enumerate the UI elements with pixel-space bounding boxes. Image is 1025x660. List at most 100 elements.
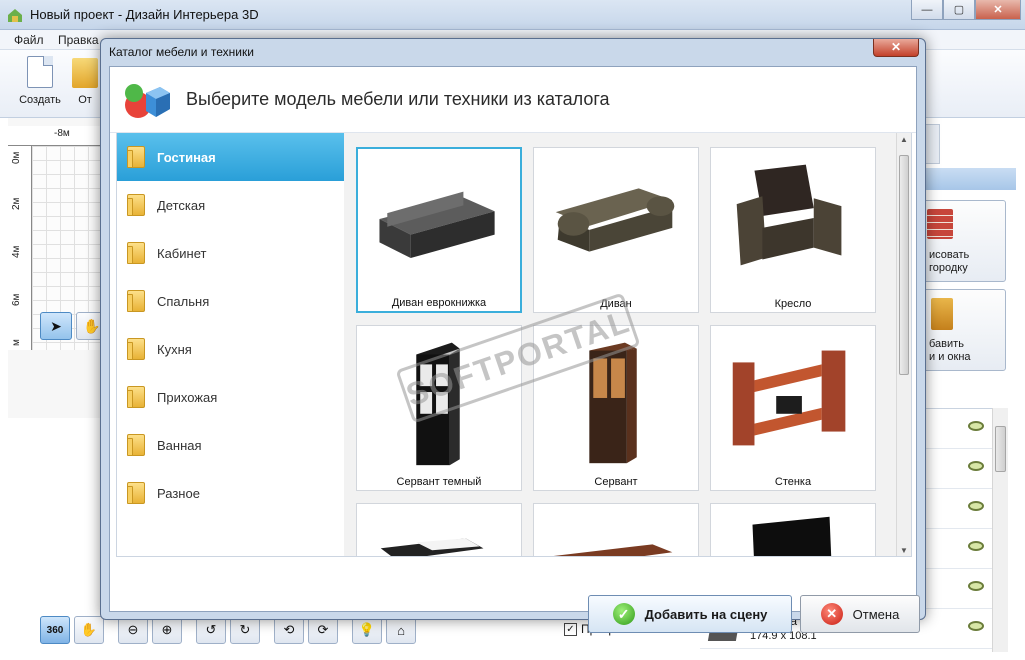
category-kids-room[interactable]: Детская (117, 181, 345, 229)
category-kitchen[interactable]: Кухня (117, 325, 345, 373)
zoom-out-icon: ⊖ (127, 622, 139, 637)
home-view-button[interactable]: ⌂ (386, 616, 416, 644)
category-misc[interactable]: Разное (117, 469, 345, 517)
tv-thumbnail (752, 516, 832, 556)
door-icon (931, 298, 953, 330)
scrollbar-thumb[interactable] (899, 155, 909, 375)
sofa-bed-thumbnail (379, 191, 495, 259)
item-partial-1[interactable] (356, 503, 522, 556)
category-bedroom[interactable]: Спальня (117, 277, 345, 325)
rotate-left-icon: ↺ (205, 622, 217, 637)
orbit-left-icon: ⟲ (283, 622, 295, 637)
sofa-thumbnail (555, 188, 675, 252)
view-360-button[interactable]: 360 (40, 616, 70, 644)
hand-icon: ✋ (80, 622, 98, 637)
cabinet-thumbnail (589, 342, 637, 464)
category-bathroom[interactable]: Ванная (117, 421, 345, 469)
home-icon: ⌂ (397, 622, 405, 638)
category-living-room[interactable]: Гостиная (117, 133, 359, 181)
brick-wall-icon (927, 209, 953, 239)
window-title: Новый проект - Дизайн Интерьера 3D (30, 7, 259, 22)
add-doors-windows-button[interactable]: бавить и и окна (916, 289, 1006, 371)
cursor-icon: ➤ (50, 317, 62, 334)
dialog-close-button[interactable]: ✕ (873, 39, 919, 57)
light-button[interactable]: 💡 (352, 616, 382, 644)
desk-thumbnail (553, 544, 673, 556)
item-cabinet[interactable]: Сервант (533, 325, 699, 491)
orbit-right-button[interactable]: ⟳ (308, 616, 338, 644)
visibility-eye-icon[interactable] (968, 581, 984, 591)
item-armchair[interactable]: Кресло (710, 147, 876, 313)
menu-edit[interactable]: Правка (58, 33, 99, 47)
select-tool-button[interactable]: ➤ (40, 312, 72, 340)
close-button[interactable]: ✕ (975, 0, 1021, 20)
open-folder-icon (72, 58, 98, 88)
dialog-heading: Выберите модель мебели или техники из ка… (186, 89, 610, 109)
open-button[interactable]: От (70, 56, 100, 106)
dialog-title: Каталог мебели и техники (109, 45, 254, 59)
zoom-in-button[interactable]: ⊕ (152, 616, 182, 644)
main-titlebar: Новый проект - Дизайн Интерьера 3D — ▢ ✕ (0, 0, 1025, 30)
lightbulb-icon: 💡 (358, 622, 376, 637)
category-hallway[interactable]: Прихожая (117, 373, 345, 421)
visibility-eye-icon[interactable] (968, 461, 984, 471)
ruler-vertical: 0м 2м 4м 6м м (8, 146, 32, 350)
folder-icon (127, 386, 145, 408)
visibility-eye-icon[interactable] (968, 501, 984, 511)
category-list: Гостиная Детская Кабинет Спальня Кухня П… (116, 133, 359, 557)
catalog-dialog: Каталог мебели и техники ✕ Выберите моде… (100, 38, 926, 633)
rotate-right-icon: ↻ (239, 622, 251, 637)
folder-icon (127, 338, 145, 360)
folder-icon (127, 482, 145, 504)
folder-icon (127, 242, 145, 264)
transparent-walls-checkbox[interactable]: ✓ (564, 622, 577, 636)
create-button[interactable]: Создать (14, 56, 66, 106)
folder-icon (127, 146, 145, 168)
app-icon (8, 9, 22, 22)
draw-room-button[interactable]: исовать городку (916, 200, 1006, 282)
item-sofa-bed[interactable]: Диван еврокнижка (356, 147, 522, 313)
maximize-button[interactable]: ▢ (943, 0, 975, 20)
view-toolbar: 360 ✋ ⊖ ⊕ ↺ ↻ ⟲ ⟳ 💡 ⌂ (40, 616, 416, 644)
new-document-icon (27, 56, 53, 88)
armchair-thumbnail (736, 164, 842, 266)
object-list-scrollbar[interactable] (992, 408, 1008, 652)
item-partial-3[interactable] (710, 503, 876, 556)
folder-icon (127, 194, 145, 216)
zoom-in-icon: ⊕ (161, 622, 173, 637)
right-panel-tab[interactable] (924, 124, 940, 164)
furniture-grid: Диван еврокнижка Диван Кресло Сервант те… (344, 133, 912, 557)
pan-view-button[interactable]: ✋ (74, 616, 104, 644)
add-to-scene-button[interactable]: ✓ Добавить на сцену (588, 595, 792, 633)
dialog-header: Выберите модель мебели или техники из ка… (110, 67, 916, 133)
cancel-x-icon: ✕ (820, 603, 843, 625)
scroll-down-arrow-icon[interactable]: ▼ (900, 546, 908, 555)
right-panel-header (924, 168, 1016, 190)
category-office[interactable]: Кабинет (117, 229, 345, 277)
table-thumbnail (380, 538, 484, 556)
cancel-button[interactable]: ✕ Отмена (800, 595, 920, 633)
item-partial-2[interactable] (533, 503, 699, 556)
scroll-up-arrow-icon[interactable]: ▲ (900, 135, 908, 144)
folder-icon (127, 290, 145, 312)
item-sofa[interactable]: Диван (533, 147, 699, 313)
catalog-scrollbar[interactable]: ▲ ▼ (896, 133, 911, 556)
hand-icon: ✋ (83, 317, 101, 334)
scrollbar-thumb[interactable] (995, 426, 1006, 472)
visibility-eye-icon[interactable] (968, 621, 984, 631)
item-dark-cabinet[interactable]: Сервант темный (356, 325, 522, 491)
orbit-right-icon: ⟳ (317, 622, 329, 637)
ruler-horizontal: -8м (8, 126, 108, 146)
menu-file[interactable]: Файл (14, 33, 44, 47)
wall-unit-thumbnail (732, 350, 846, 446)
dark-cabinet-thumbnail (416, 342, 460, 466)
visibility-eye-icon[interactable] (968, 421, 984, 431)
zoom-out-button[interactable]: ⊖ (118, 616, 148, 644)
folder-icon (127, 434, 145, 456)
rotate-left-button[interactable]: ↺ (196, 616, 226, 644)
rotate-right-button[interactable]: ↻ (230, 616, 260, 644)
minimize-button[interactable]: — (911, 0, 943, 20)
visibility-eye-icon[interactable] (968, 541, 984, 551)
orbit-left-button[interactable]: ⟲ (274, 616, 304, 644)
item-wall-unit[interactable]: Стенка (710, 325, 876, 491)
